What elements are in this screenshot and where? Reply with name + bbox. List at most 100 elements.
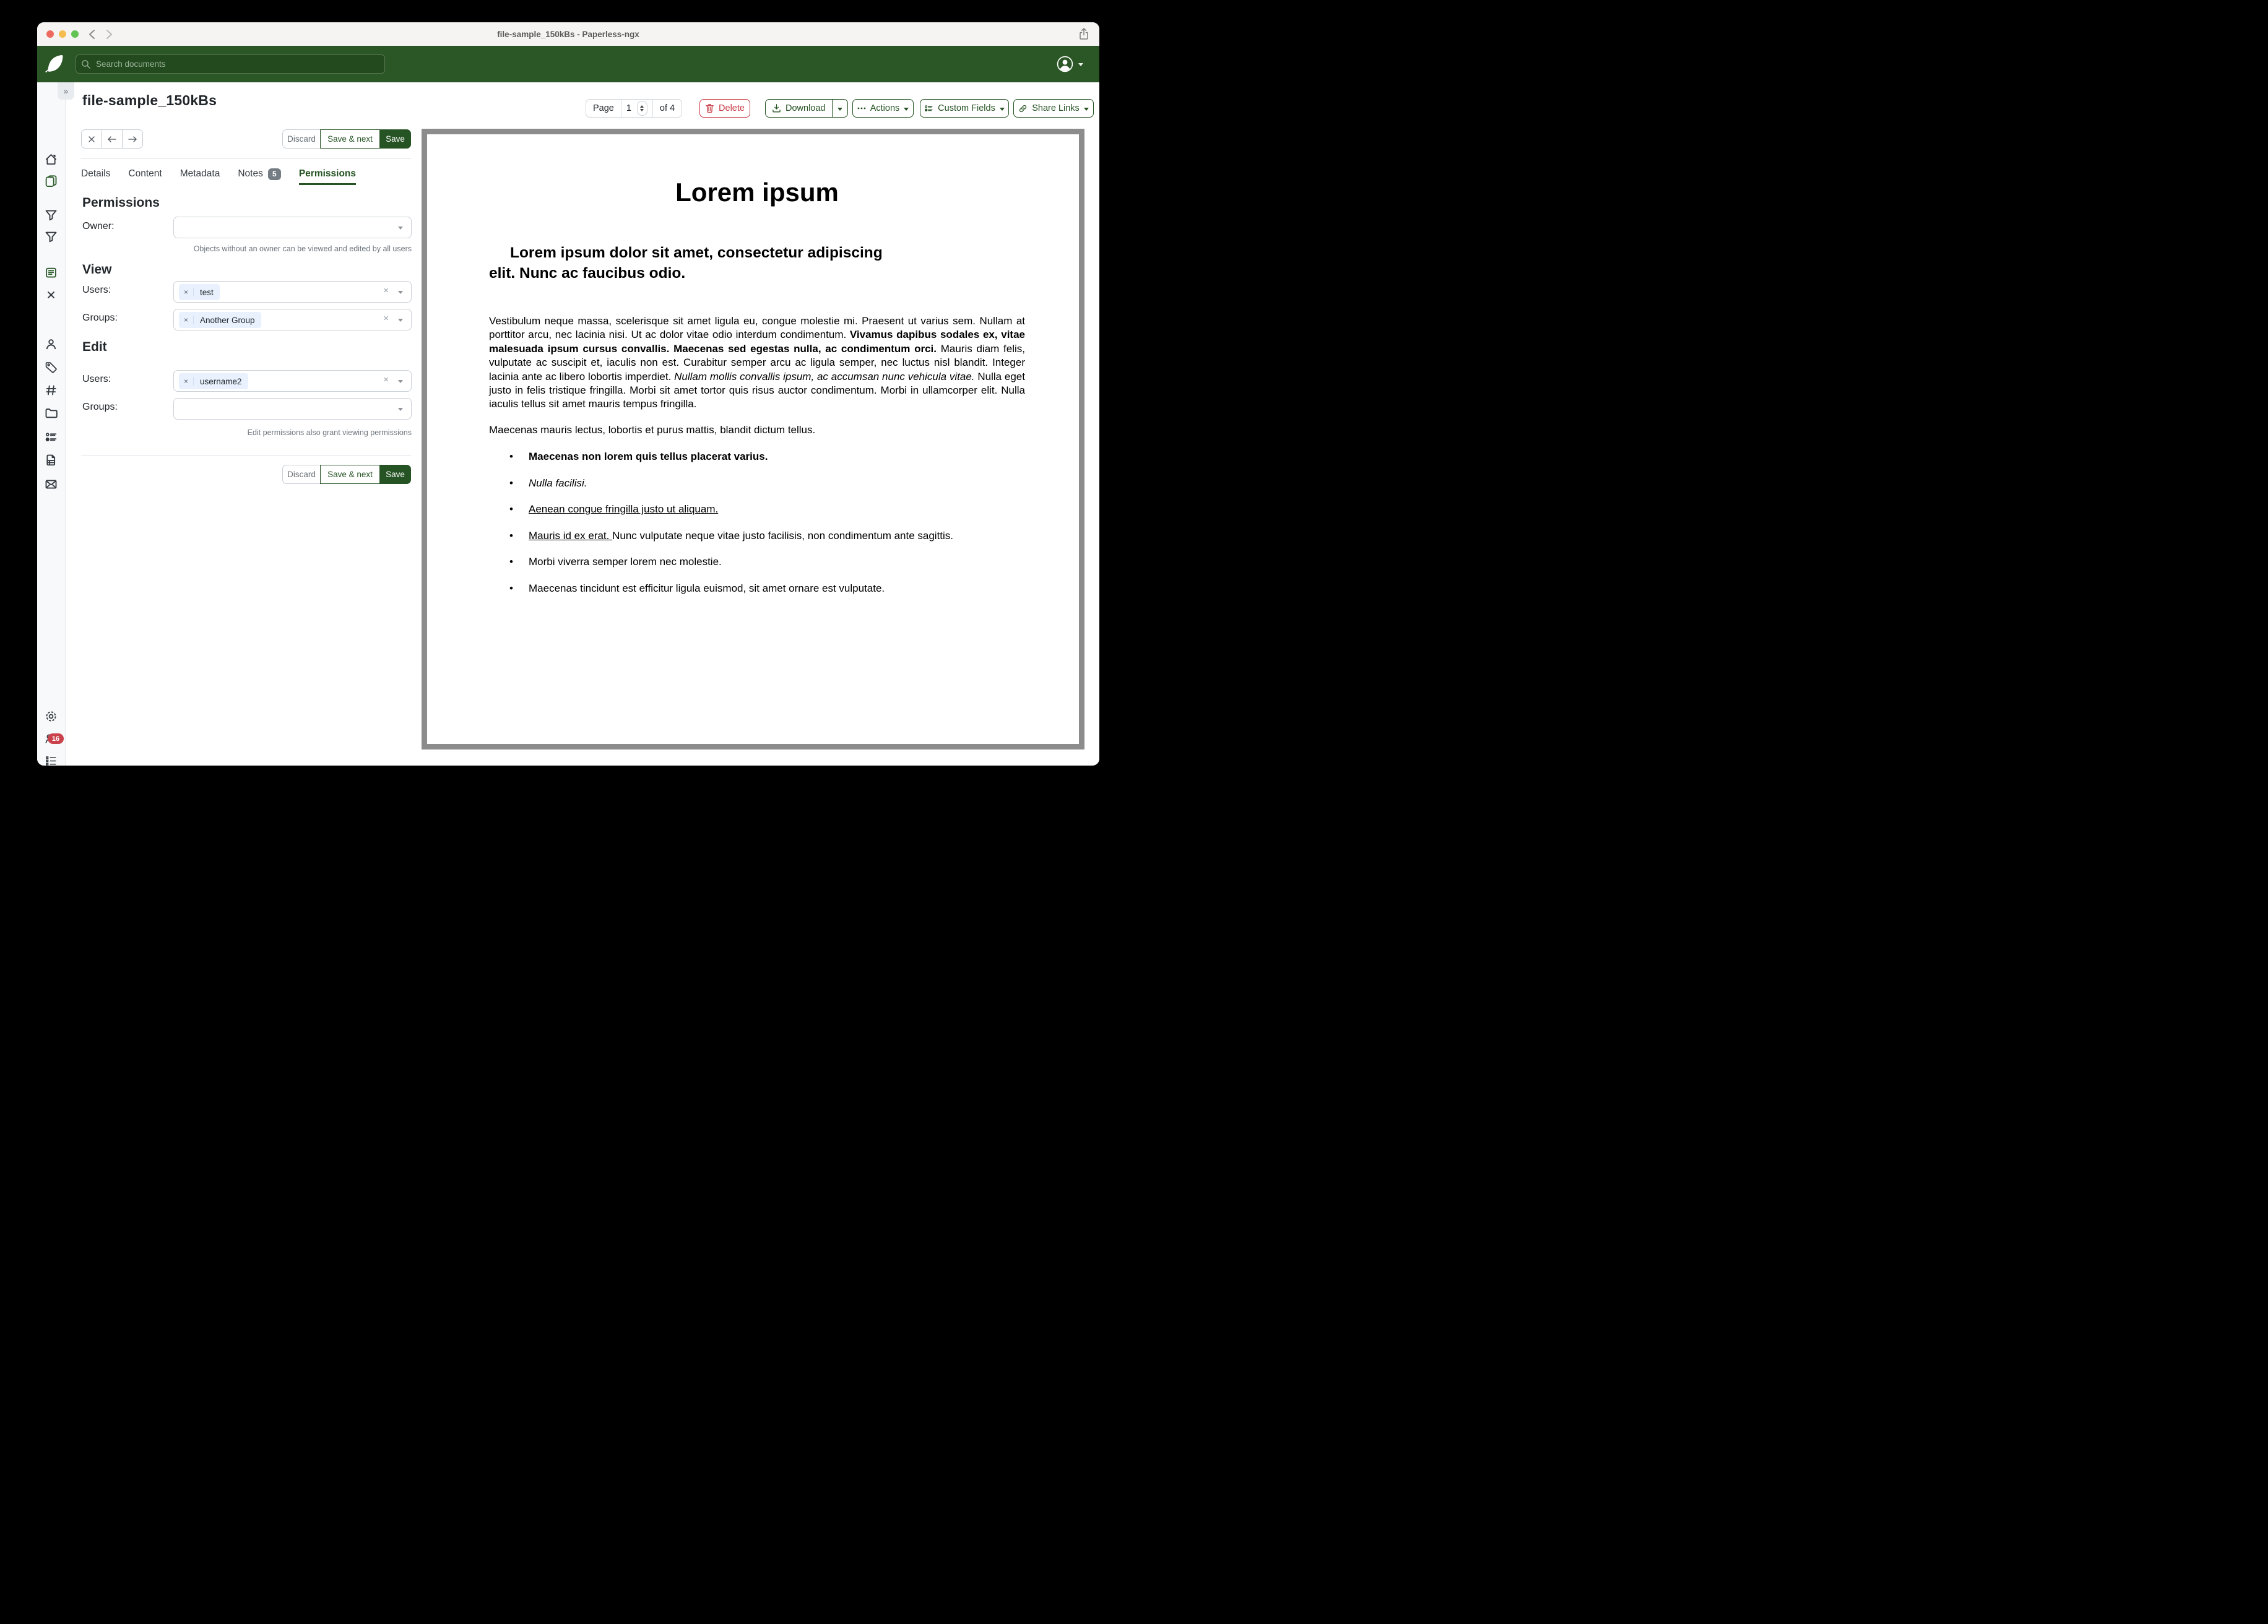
pdf-paragraph: Maecenas mauris lectus, lobortis et puru… [489,423,1025,437]
sidebar-item-close-all-documents[interactable] [45,288,58,301]
actions-button[interactable]: Actions [852,99,914,118]
edit-users-select[interactable]: ×username2 × [173,370,412,392]
clear-icon[interactable]: × [383,286,389,295]
app-header [37,46,1099,82]
page-navigation-group: Page of 4 [586,99,682,118]
share-icon[interactable] [1078,27,1089,41]
close-document-button[interactable] [81,129,102,149]
tab-content[interactable]: Content [128,168,162,179]
edit-groups-select[interactable] [173,398,412,420]
pdf-heading: Lorem ipsum [489,178,1025,207]
view-users-label: Users: [82,285,111,296]
chevron-down-icon [838,108,842,111]
sidebar-item-tags[interactable] [45,361,58,374]
notes-count-badge: 5 [268,168,281,180]
tab-permissions[interactable]: Permissions [299,168,356,179]
sidebar-item-correspondents[interactable] [45,338,58,351]
chevron-down-icon [1000,108,1005,111]
download-icon [772,103,781,113]
sidebar-item-mail[interactable] [45,478,58,491]
stepper-down-icon[interactable] [640,109,644,111]
view-section-heading: View [82,262,111,277]
sidebar-item-file-tasks[interactable] [45,454,58,467]
view-groups-label: Groups: [82,313,118,324]
sidebar-item-saved-view-filter[interactable] [45,230,58,243]
sidebar-item-dashboard[interactable] [45,153,58,166]
document-title: file-sample_150kBs [82,92,217,109]
user-avatar-icon [1057,56,1073,72]
clear-icon[interactable]: × [383,375,389,384]
document-nav-group [81,129,143,149]
sidebar-item-tasks[interactable] [45,754,58,766]
chevron-down-icon [398,227,403,230]
pdf-subheading: Lorem ipsum dolor sit amet, consectetur … [489,243,1025,283]
save-button[interactable]: Save [379,465,411,484]
view-users-select[interactable]: ×test × [173,281,412,303]
download-button[interactable]: Download [766,100,832,117]
sidebar-item-document-types[interactable] [45,384,58,397]
window-title: file-sample_150kBs - Paperless-ngx [37,22,1099,46]
next-document-button[interactable] [122,129,143,149]
sidebar-item-custom-fields[interactable] [45,431,58,444]
custom-fields-button[interactable]: Custom Fields [920,99,1009,118]
user-menu-caret-icon [1078,63,1083,66]
sidebar-item-documents[interactable] [45,175,58,188]
discard-button[interactable]: Discard [282,465,321,484]
chip-remove-icon[interactable]: × [179,377,194,386]
sidebar: 16 ? [37,82,66,766]
save-actions-group: Discard Save & next Save [282,129,411,149]
page-stepper[interactable] [637,101,647,116]
owner-select[interactable] [173,217,412,238]
view-groups-select[interactable]: ×Another Group × [173,309,412,330]
owner-label: Owner: [82,221,115,232]
search-input[interactable] [76,54,385,74]
chevron-down-icon [398,291,403,294]
tab-notes[interactable]: Notes5 [238,168,281,180]
page-count-label: of 4 [653,100,682,117]
chevron-double-right-icon: » [64,86,69,96]
pdf-bullet-list: Maecenas non lorem quis tellus placerat … [489,449,1025,595]
clear-icon[interactable]: × [383,314,389,323]
edit-section-heading: Edit [82,340,107,355]
pdf-list-item: Aenean congue fringilla justo ut aliquam… [529,502,1025,517]
permissions-section-heading: Permissions [82,196,160,210]
sidebar-expand-button[interactable]: » [58,82,74,100]
divider [81,158,411,159]
owner-help-text: Objects without an owner can be viewed a… [173,244,412,253]
paperless-logo-icon[interactable] [43,52,66,76]
selected-user-chip: ×test [179,284,220,300]
sidebar-item-storage-paths[interactable] [45,407,58,420]
previous-document-button[interactable] [102,129,123,149]
sidebar-item-settings[interactable] [45,710,58,723]
tasks-count-badge: 16 [48,733,64,744]
save-button[interactable]: Save [379,129,411,149]
chevron-down-icon [904,108,909,111]
sidebar-item-open-document[interactable] [45,266,58,279]
discard-button[interactable]: Discard [282,129,321,149]
delete-button[interactable]: Delete [699,99,750,118]
pdf-list-item: Maecenas non lorem quis tellus placerat … [529,449,1025,464]
search-bar [76,54,385,74]
document-tabs: Details Content Metadata Notes5 Permissi… [81,166,356,182]
page-number-input[interactable] [626,103,634,113]
stepper-up-icon[interactable] [640,105,644,108]
pdf-list-item: Maecenas tincidunt est efficitur ligula … [529,581,1025,596]
tab-metadata[interactable]: Metadata [180,168,220,179]
share-links-button[interactable]: Share Links [1013,99,1094,118]
save-next-button[interactable]: Save & next [320,465,380,484]
sidebar-item-saved-views[interactable] [45,209,58,222]
chevron-down-icon [398,319,403,322]
pdf-list-item: Nulla facilisi. [529,476,1025,491]
download-options-button[interactable] [832,100,848,117]
save-next-button[interactable]: Save & next [320,129,380,149]
document-preview[interactable]: Lorem ipsum Lorem ipsum dolor sit amet, … [422,129,1084,749]
chip-remove-icon[interactable]: × [179,288,194,296]
user-menu[interactable] [1057,56,1083,72]
download-split-button: Download [765,99,848,118]
selected-user-chip: ×username2 [179,373,248,389]
tab-details[interactable]: Details [81,168,110,179]
titlebar: file-sample_150kBs - Paperless-ngx [37,22,1099,46]
edit-users-label: Users: [82,374,111,385]
chip-remove-icon[interactable]: × [179,316,194,324]
search-icon [81,59,91,69]
